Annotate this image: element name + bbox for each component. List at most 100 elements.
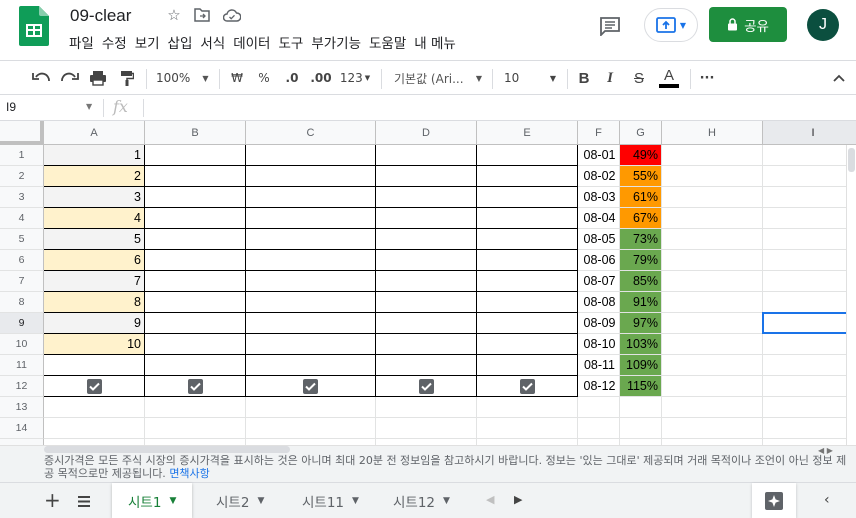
cell[interactable]: 79%: [620, 250, 662, 271]
cell[interactable]: [145, 292, 246, 313]
row-header-9[interactable]: 9: [0, 313, 44, 334]
cell[interactable]: [763, 145, 856, 166]
explore-button[interactable]: [752, 483, 796, 518]
cell[interactable]: [376, 355, 477, 376]
cell[interactable]: 08-10: [578, 334, 620, 355]
tab-scroll-left-icon[interactable]: ◀: [486, 493, 494, 506]
cell[interactable]: 08-01: [578, 145, 620, 166]
disclaimer-link[interactable]: 면책사항: [169, 467, 209, 480]
cell[interactable]: [44, 355, 145, 376]
cell[interactable]: [376, 313, 477, 334]
text-color-button[interactable]: A: [657, 66, 681, 90]
menu-tools[interactable]: 도구: [277, 34, 310, 54]
cell[interactable]: [763, 271, 856, 292]
cell[interactable]: 103%: [620, 334, 662, 355]
cell[interactable]: [246, 397, 376, 418]
cell[interactable]: [44, 418, 145, 439]
italic-button[interactable]: I: [600, 66, 620, 90]
checkbox[interactable]: [187, 378, 203, 394]
cell[interactable]: [246, 376, 376, 397]
decrease-decimal-button[interactable]: .0: [281, 66, 303, 90]
cell[interactable]: 6: [44, 250, 145, 271]
cell[interactable]: [145, 187, 246, 208]
column-header-d[interactable]: D: [376, 121, 477, 145]
sheets-logo-icon[interactable]: [19, 6, 49, 46]
redo-icon[interactable]: [59, 66, 81, 90]
cell[interactable]: [763, 355, 856, 376]
bold-button[interactable]: B: [574, 66, 594, 90]
cell[interactable]: 61%: [620, 187, 662, 208]
cell[interactable]: [620, 397, 662, 418]
spreadsheet-grid[interactable]: A B C D E F G H I 1 1 08-01 49% 2 2 08-02 55% 3 3 08-03 61% 4…: [0, 121, 856, 457]
cell[interactable]: [763, 208, 856, 229]
cell[interactable]: [763, 334, 856, 355]
cell[interactable]: [477, 271, 578, 292]
column-header-b[interactable]: B: [145, 121, 246, 145]
cell[interactable]: [763, 250, 856, 271]
cell[interactable]: [376, 271, 477, 292]
cell[interactable]: [578, 418, 620, 439]
column-header-e[interactable]: E: [477, 121, 578, 145]
font-family-select[interactable]: 기본값 (Ari... ▼: [390, 66, 486, 90]
cell[interactable]: 49%: [620, 145, 662, 166]
percent-format-button[interactable]: %: [255, 66, 273, 90]
cell[interactable]: [477, 355, 578, 376]
row-header-7[interactable]: 7: [0, 271, 44, 292]
more-options-button[interactable]: ···: [696, 66, 718, 90]
cell[interactable]: [763, 229, 856, 250]
cell[interactable]: [246, 418, 376, 439]
row-header-6[interactable]: 6: [0, 250, 44, 271]
column-header-g[interactable]: G: [620, 121, 662, 145]
cell[interactable]: [763, 397, 856, 418]
cell[interactable]: [662, 313, 763, 334]
menu-format[interactable]: 서식: [199, 34, 232, 54]
cell[interactable]: 4: [44, 208, 145, 229]
undo-icon[interactable]: [30, 66, 52, 90]
cell[interactable]: 5: [44, 229, 145, 250]
cell[interactable]: [662, 376, 763, 397]
cell[interactable]: 109%: [620, 355, 662, 376]
cell[interactable]: [145, 313, 246, 334]
cell[interactable]: [376, 229, 477, 250]
cell[interactable]: 1: [44, 145, 145, 166]
checkbox[interactable]: [519, 378, 535, 394]
column-header-f[interactable]: F: [578, 121, 620, 145]
menu-view[interactable]: 보기: [134, 34, 167, 54]
row-header-12[interactable]: 12: [0, 376, 44, 397]
cell[interactable]: [246, 271, 376, 292]
cell[interactable]: [662, 397, 763, 418]
all-sheets-icon[interactable]: [76, 493, 92, 512]
cell[interactable]: [477, 145, 578, 166]
cell[interactable]: [662, 334, 763, 355]
scroll-arrows-icon[interactable]: ◀ ▶: [818, 446, 833, 455]
cell[interactable]: [376, 250, 477, 271]
cell[interactable]: [477, 187, 578, 208]
row-header-11[interactable]: 11: [0, 355, 44, 376]
cell[interactable]: 91%: [620, 292, 662, 313]
avatar[interactable]: J: [807, 9, 839, 41]
tab-sheet12[interactable]: 시트12 ▼: [377, 483, 466, 518]
menu-insert[interactable]: 삽입: [167, 34, 200, 54]
checkbox[interactable]: [303, 378, 318, 394]
cell[interactable]: 08-08: [578, 292, 620, 313]
cell[interactable]: [44, 376, 145, 397]
increase-decimal-button[interactable]: .00: [308, 66, 334, 90]
zoom-select[interactable]: 100% ▼: [156, 66, 214, 90]
cell[interactable]: [376, 292, 477, 313]
cell[interactable]: 08-07: [578, 271, 620, 292]
menu-help[interactable]: 도움말: [368, 34, 413, 54]
cell[interactable]: [246, 187, 376, 208]
horizontal-scrollbar[interactable]: [44, 446, 290, 453]
cell[interactable]: 9: [44, 313, 145, 334]
checkbox[interactable]: [418, 378, 434, 394]
row-header-2[interactable]: 2: [0, 166, 44, 187]
cell[interactable]: [578, 397, 620, 418]
cell[interactable]: 2: [44, 166, 145, 187]
cell[interactable]: [246, 229, 376, 250]
cell[interactable]: [477, 313, 578, 334]
row-header-4[interactable]: 4: [0, 208, 44, 229]
cell[interactable]: [246, 292, 376, 313]
cell[interactable]: [620, 418, 662, 439]
tab-sheet2[interactable]: 시트2 ▼: [200, 483, 280, 518]
cell[interactable]: [763, 166, 856, 187]
